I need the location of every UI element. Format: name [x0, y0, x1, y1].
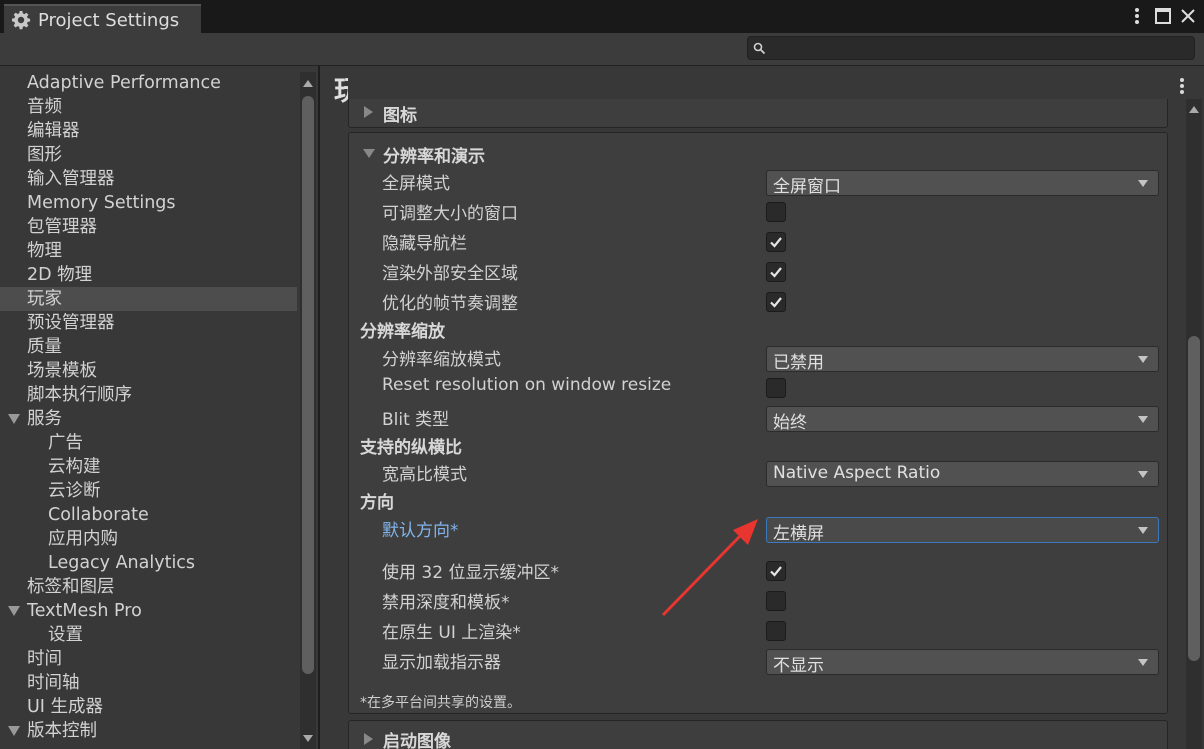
annotation-arrow — [661, 519, 758, 617]
